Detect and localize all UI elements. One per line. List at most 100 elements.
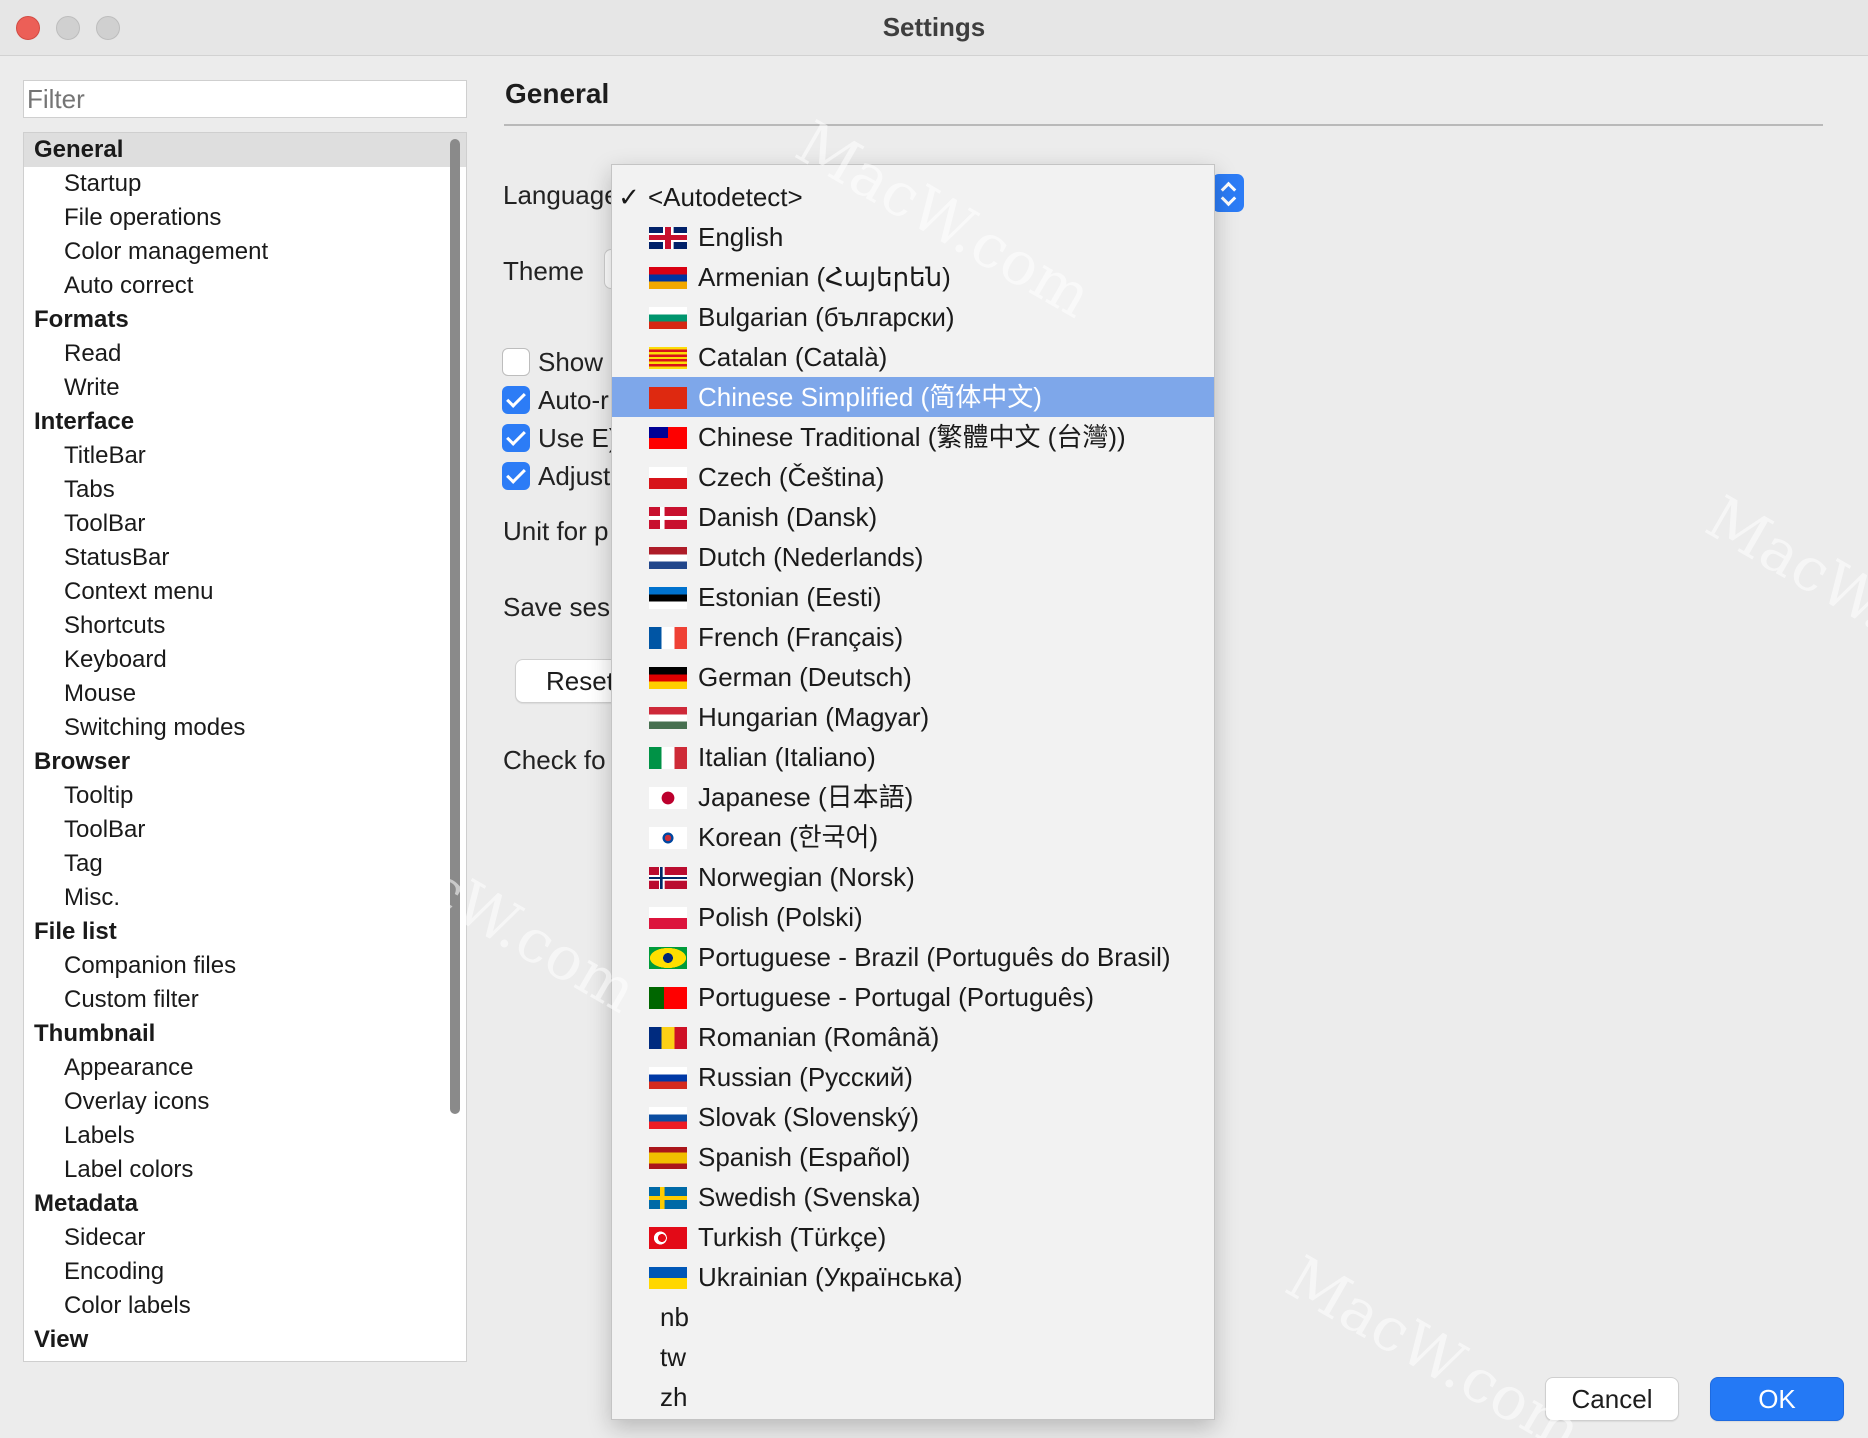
unit-label: Unit for p — [503, 516, 609, 546]
language-option-estonian[interactable]: Estonian (Eesti) — [612, 577, 1214, 617]
brazil-flag-icon — [649, 947, 687, 969]
watermark: MacW.com — [1694, 482, 1868, 708]
language-option-english[interactable]: English — [612, 217, 1214, 257]
language-option-label: Portuguese - Portugal (Português) — [698, 982, 1094, 1012]
sidebar-group-metadata[interactable]: Metadata — [24, 1187, 466, 1221]
language-option-portuguese-brazil[interactable]: Portuguese - Brazil (Português do Brasil… — [612, 937, 1214, 977]
slovakia-flag-icon — [649, 1107, 687, 1129]
language-option-french[interactable]: French (Français) — [612, 617, 1214, 657]
language-option-romanian[interactable]: Romanian (Română) — [612, 1017, 1214, 1057]
adjust-checkbox[interactable] — [502, 462, 530, 490]
sidebar-item-switching-modes[interactable]: Switching modes — [24, 711, 466, 745]
sidebar-item-context-menu[interactable]: Context menu — [24, 575, 466, 609]
filter-input[interactable] — [23, 80, 467, 118]
sidebar-item-color-labels[interactable]: Color labels — [24, 1289, 466, 1323]
sidebar-item-auto-correct[interactable]: Auto correct — [24, 269, 466, 303]
taiwan-flag-icon — [649, 427, 687, 449]
sidebar-group-general[interactable]: General — [24, 133, 466, 167]
sidebar-item-encoding[interactable]: Encoding — [24, 1255, 466, 1289]
language-option-russian[interactable]: Russian (Русский) — [612, 1057, 1214, 1097]
language-option-label: Bulgarian (български) — [698, 302, 955, 332]
sidebar-item-keyboard[interactable]: Keyboard — [24, 643, 466, 677]
language-option-bulgarian[interactable]: Bulgarian (български) — [612, 297, 1214, 337]
language-option-tw[interactable]: tw — [612, 1337, 1214, 1377]
language-option-dutch[interactable]: Dutch (Nederlands) — [612, 537, 1214, 577]
sidebar-item-shortcuts[interactable]: Shortcuts — [24, 609, 466, 643]
sidebar-item-color-management[interactable]: Color management — [24, 235, 466, 269]
language-option-slovak[interactable]: Slovak (Slovenský) — [612, 1097, 1214, 1137]
language-option-swedish[interactable]: Swedish (Svenska) — [612, 1177, 1214, 1217]
sidebar-item-write[interactable]: Write — [24, 371, 466, 405]
sidebar-group-formats[interactable]: Formats — [24, 303, 466, 337]
language-option-korean[interactable]: Korean (한국어) — [612, 817, 1214, 857]
language-option-armenian[interactable]: Armenian (Հայերեն) — [612, 257, 1214, 297]
language-label: Language — [503, 180, 619, 210]
sidebar-scrollbar[interactable] — [450, 139, 460, 1114]
sidebar-item-statusbar[interactable]: StatusBar — [24, 541, 466, 575]
sidebar-group-thumbnail[interactable]: Thumbnail — [24, 1017, 466, 1051]
language-option-danish[interactable]: Danish (Dansk) — [612, 497, 1214, 537]
sidebar-item-titlebar[interactable]: TitleBar — [24, 439, 466, 473]
language-option-chinese-simplified[interactable]: Chinese Simplified (简体中文) — [612, 377, 1214, 417]
checkmark-icon: ✓ — [618, 182, 640, 212]
sidebar-item-overlay-icons[interactable]: Overlay icons — [24, 1085, 466, 1119]
sidebar-item-sidecar[interactable]: Sidecar — [24, 1221, 466, 1255]
netherlands-flag-icon — [649, 547, 687, 569]
sidebar-item-tag[interactable]: Tag — [24, 847, 466, 881]
language-option-japanese[interactable]: Japanese (日本語) — [612, 777, 1214, 817]
sidebar-item-mouse[interactable]: Mouse — [24, 677, 466, 711]
language-option-zh[interactable]: zh — [612, 1377, 1214, 1417]
language-option-german[interactable]: German (Deutsch) — [612, 657, 1214, 697]
language-option-label: Turkish (Türkçe) — [698, 1222, 887, 1252]
sidebar-item-labels[interactable]: Labels — [24, 1119, 466, 1153]
ok-button[interactable]: OK — [1710, 1377, 1844, 1421]
check-for-updates-label: Check fo — [503, 745, 606, 775]
sidebar-group-file-list[interactable]: File list — [24, 915, 466, 949]
language-option-label: Italian (Italiano) — [698, 742, 876, 772]
language-option-label: Estonian (Eesti) — [698, 582, 882, 612]
sidebar-item-misc[interactable]: Misc. — [24, 881, 466, 915]
sidebar-item-file-operations[interactable]: File operations — [24, 201, 466, 235]
language-option-nb[interactable]: nb — [612, 1297, 1214, 1337]
sidebar-item-toolbar[interactable]: ToolBar — [24, 507, 466, 541]
sidebar-item-appearance[interactable]: Appearance — [24, 1051, 466, 1085]
sidebar-item-startup[interactable]: Startup — [24, 167, 466, 201]
sidebar-item-tooltip[interactable]: Tooltip — [24, 779, 466, 813]
language-option-autodetect[interactable]: ✓ <Autodetect> — [612, 177, 1214, 217]
language-option-catalan[interactable]: Catalan (Català) — [612, 337, 1214, 377]
use-checkbox[interactable] — [502, 424, 530, 452]
armenia-flag-icon — [649, 267, 687, 289]
language-option-ukrainian[interactable]: Ukrainian (Українська) — [612, 1257, 1214, 1297]
language-option-italian[interactable]: Italian (Italiano) — [612, 737, 1214, 777]
language-option-label: English — [698, 222, 784, 252]
cancel-button[interactable]: Cancel — [1545, 1377, 1679, 1421]
language-option-spanish[interactable]: Spanish (Español) — [612, 1137, 1214, 1177]
language-option-label: zh — [660, 1382, 688, 1412]
language-popup-arrows-icon[interactable] — [1212, 174, 1244, 212]
show-checkbox[interactable] — [502, 348, 530, 376]
reset-button[interactable]: Reset — [515, 659, 625, 703]
language-option-polish[interactable]: Polish (Polski) — [612, 897, 1214, 937]
language-option-label: Ukrainian (Українська) — [698, 1262, 963, 1292]
sidebar-group-interface[interactable]: Interface — [24, 405, 466, 439]
sidebar-item-custom-filter[interactable]: Custom filter — [24, 983, 466, 1017]
korea-flag-icon — [649, 827, 687, 849]
language-option-hungarian[interactable]: Hungarian (Magyar) — [612, 697, 1214, 737]
sidebar-item-toolbar[interactable]: ToolBar — [24, 813, 466, 847]
sidebar-item-read[interactable]: Read — [24, 337, 466, 371]
sidebar-group-view[interactable]: View — [24, 1323, 466, 1357]
language-option-czech[interactable]: Czech (Čeština) — [612, 457, 1214, 497]
language-option-label: Armenian (Հայերեն) — [698, 262, 951, 292]
sidebar-item-companion-files[interactable]: Companion files — [24, 949, 466, 983]
language-option-turkish[interactable]: Turkish (Türkçe) — [612, 1217, 1214, 1257]
hungary-flag-icon — [649, 707, 687, 729]
sidebar-item-label-colors[interactable]: Label colors — [24, 1153, 466, 1187]
language-option-label: Japanese (日本語) — [698, 782, 914, 812]
language-option-chinese-traditional[interactable]: Chinese Traditional (繁體中文 (台灣)) — [612, 417, 1214, 457]
language-option-norwegian[interactable]: Norwegian (Norsk) — [612, 857, 1214, 897]
language-option-label: Danish (Dansk) — [698, 502, 878, 532]
sidebar-item-tabs[interactable]: Tabs — [24, 473, 466, 507]
sidebar-group-browser[interactable]: Browser — [24, 745, 466, 779]
auto-checkbox[interactable] — [502, 386, 530, 414]
language-option-portuguese-portugal[interactable]: Portuguese - Portugal (Português) — [612, 977, 1214, 1017]
